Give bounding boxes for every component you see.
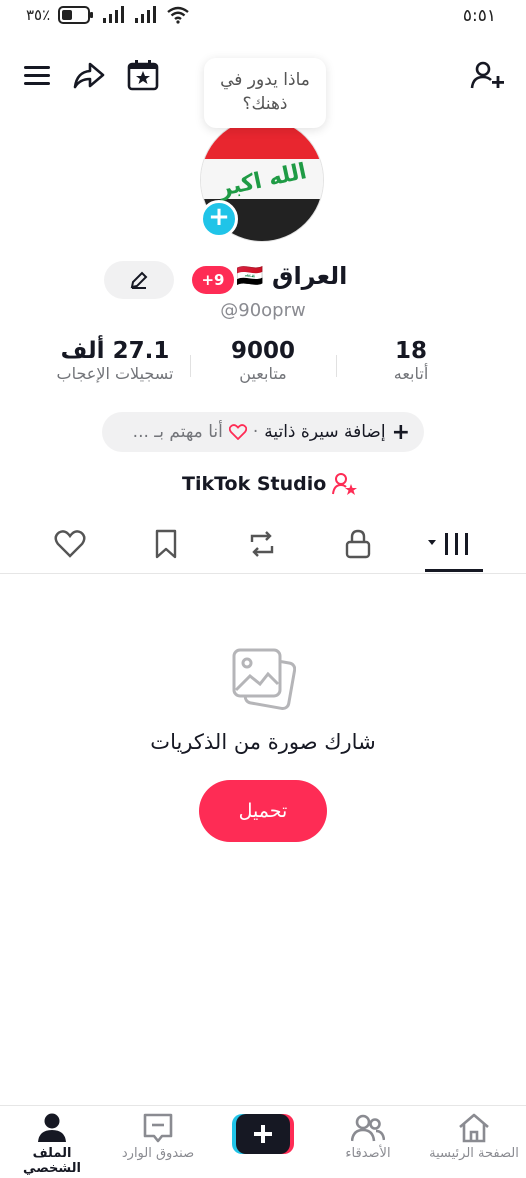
- nav-inbox[interactable]: صندوق الوارد: [108, 1112, 208, 1161]
- profile-handle: @90oprw: [220, 300, 306, 321]
- stat-divider: [336, 355, 337, 377]
- photo-memories-icon: [232, 648, 296, 711]
- profile-icon: [38, 1113, 66, 1142]
- signal-icon: [103, 6, 125, 23]
- profile-name: العراق: [272, 262, 348, 290]
- notification-badge[interactable]: +9: [192, 266, 234, 294]
- signal-icon-2: [135, 6, 157, 23]
- battery-percentage: ٪٣٥: [26, 6, 51, 24]
- add-avatar-button[interactable]: +: [200, 200, 238, 238]
- bubble-line-1: ماذا يدور في: [220, 70, 310, 90]
- wifi-icon: [167, 6, 189, 24]
- followers-label: متابعين: [239, 364, 287, 383]
- upload-button[interactable]: تحميل: [199, 780, 327, 842]
- iraq-flag-emoji: 🇮🇶: [236, 264, 264, 289]
- inbox-icon: [143, 1113, 173, 1143]
- nav-friends-label: الأصدقاء: [345, 1146, 391, 1161]
- tiktok-studio-link[interactable]: TikTok Studio: [182, 472, 358, 496]
- pencil-icon: [130, 271, 148, 289]
- stat-following[interactable]: 18 أتابعه: [356, 338, 466, 383]
- studio-creator-icon: [332, 473, 358, 495]
- bookmark-icon[interactable]: [150, 528, 182, 560]
- calendar-star-icon[interactable]: [126, 58, 160, 92]
- share-icon[interactable]: [72, 58, 106, 92]
- plus-icon: +: [391, 419, 410, 445]
- edit-profile-button[interactable]: [104, 261, 174, 299]
- menu-icon[interactable]: [20, 58, 54, 92]
- studio-label: TikTok Studio: [182, 473, 327, 495]
- heart-icon[interactable]: [54, 528, 86, 560]
- tabs-divider: [0, 573, 526, 574]
- create-button[interactable]: [232, 1114, 294, 1154]
- interests-label: أنا مهتم بـ ...: [132, 422, 223, 442]
- grid-icon[interactable]: [426, 528, 474, 560]
- empty-state-title: شارك صورة من الذكريات: [150, 730, 376, 754]
- stat-divider: [190, 355, 191, 377]
- friends-icon: [351, 1114, 385, 1142]
- nav-profile-label: الملف الشخصي: [23, 1146, 81, 1176]
- battery-icon: [58, 6, 94, 24]
- add-friend-icon[interactable]: [470, 58, 504, 92]
- likes-label: تسجيلات الإعجاب: [56, 364, 174, 383]
- nav-profile[interactable]: الملف الشخصي: [2, 1112, 102, 1176]
- status-time: ٥:٥١: [462, 6, 496, 26]
- likes-count: 27.1 ألف: [60, 338, 170, 364]
- status-prompt-bubble[interactable]: ماذا يدور في ذهنك؟: [204, 58, 326, 128]
- following-label: أتابعه: [393, 364, 429, 383]
- add-bio-pill[interactable]: + إضافة سيرة ذاتية · أنا مهتم بـ ...: [102, 412, 424, 452]
- active-tab-indicator: [425, 569, 483, 572]
- repost-icon[interactable]: [246, 528, 278, 560]
- status-bar-left: ٪٣٥: [26, 6, 190, 24]
- home-icon: [459, 1113, 489, 1143]
- stat-likes[interactable]: 27.1 ألف تسجيلات الإعجاب: [40, 338, 190, 383]
- lock-icon[interactable]: [342, 528, 374, 560]
- bubble-line-2: ذهنك؟: [242, 94, 288, 114]
- create-icon: [232, 1114, 294, 1154]
- following-count: 18: [394, 338, 427, 364]
- heart-outline-icon: [228, 424, 247, 440]
- nav-inbox-label: صندوق الوارد: [121, 1146, 195, 1161]
- nav-home[interactable]: الصفحة الرئيسية: [424, 1112, 524, 1161]
- nav-home-label: الصفحة الرئيسية: [429, 1146, 519, 1161]
- nav-friends[interactable]: الأصدقاء: [318, 1112, 418, 1161]
- stat-followers[interactable]: 9000 متابعين: [196, 338, 330, 383]
- followers-count: 9000: [230, 338, 295, 364]
- add-bio-label: إضافة سيرة ذاتية: [264, 422, 386, 442]
- bio-separator: ·: [252, 422, 259, 442]
